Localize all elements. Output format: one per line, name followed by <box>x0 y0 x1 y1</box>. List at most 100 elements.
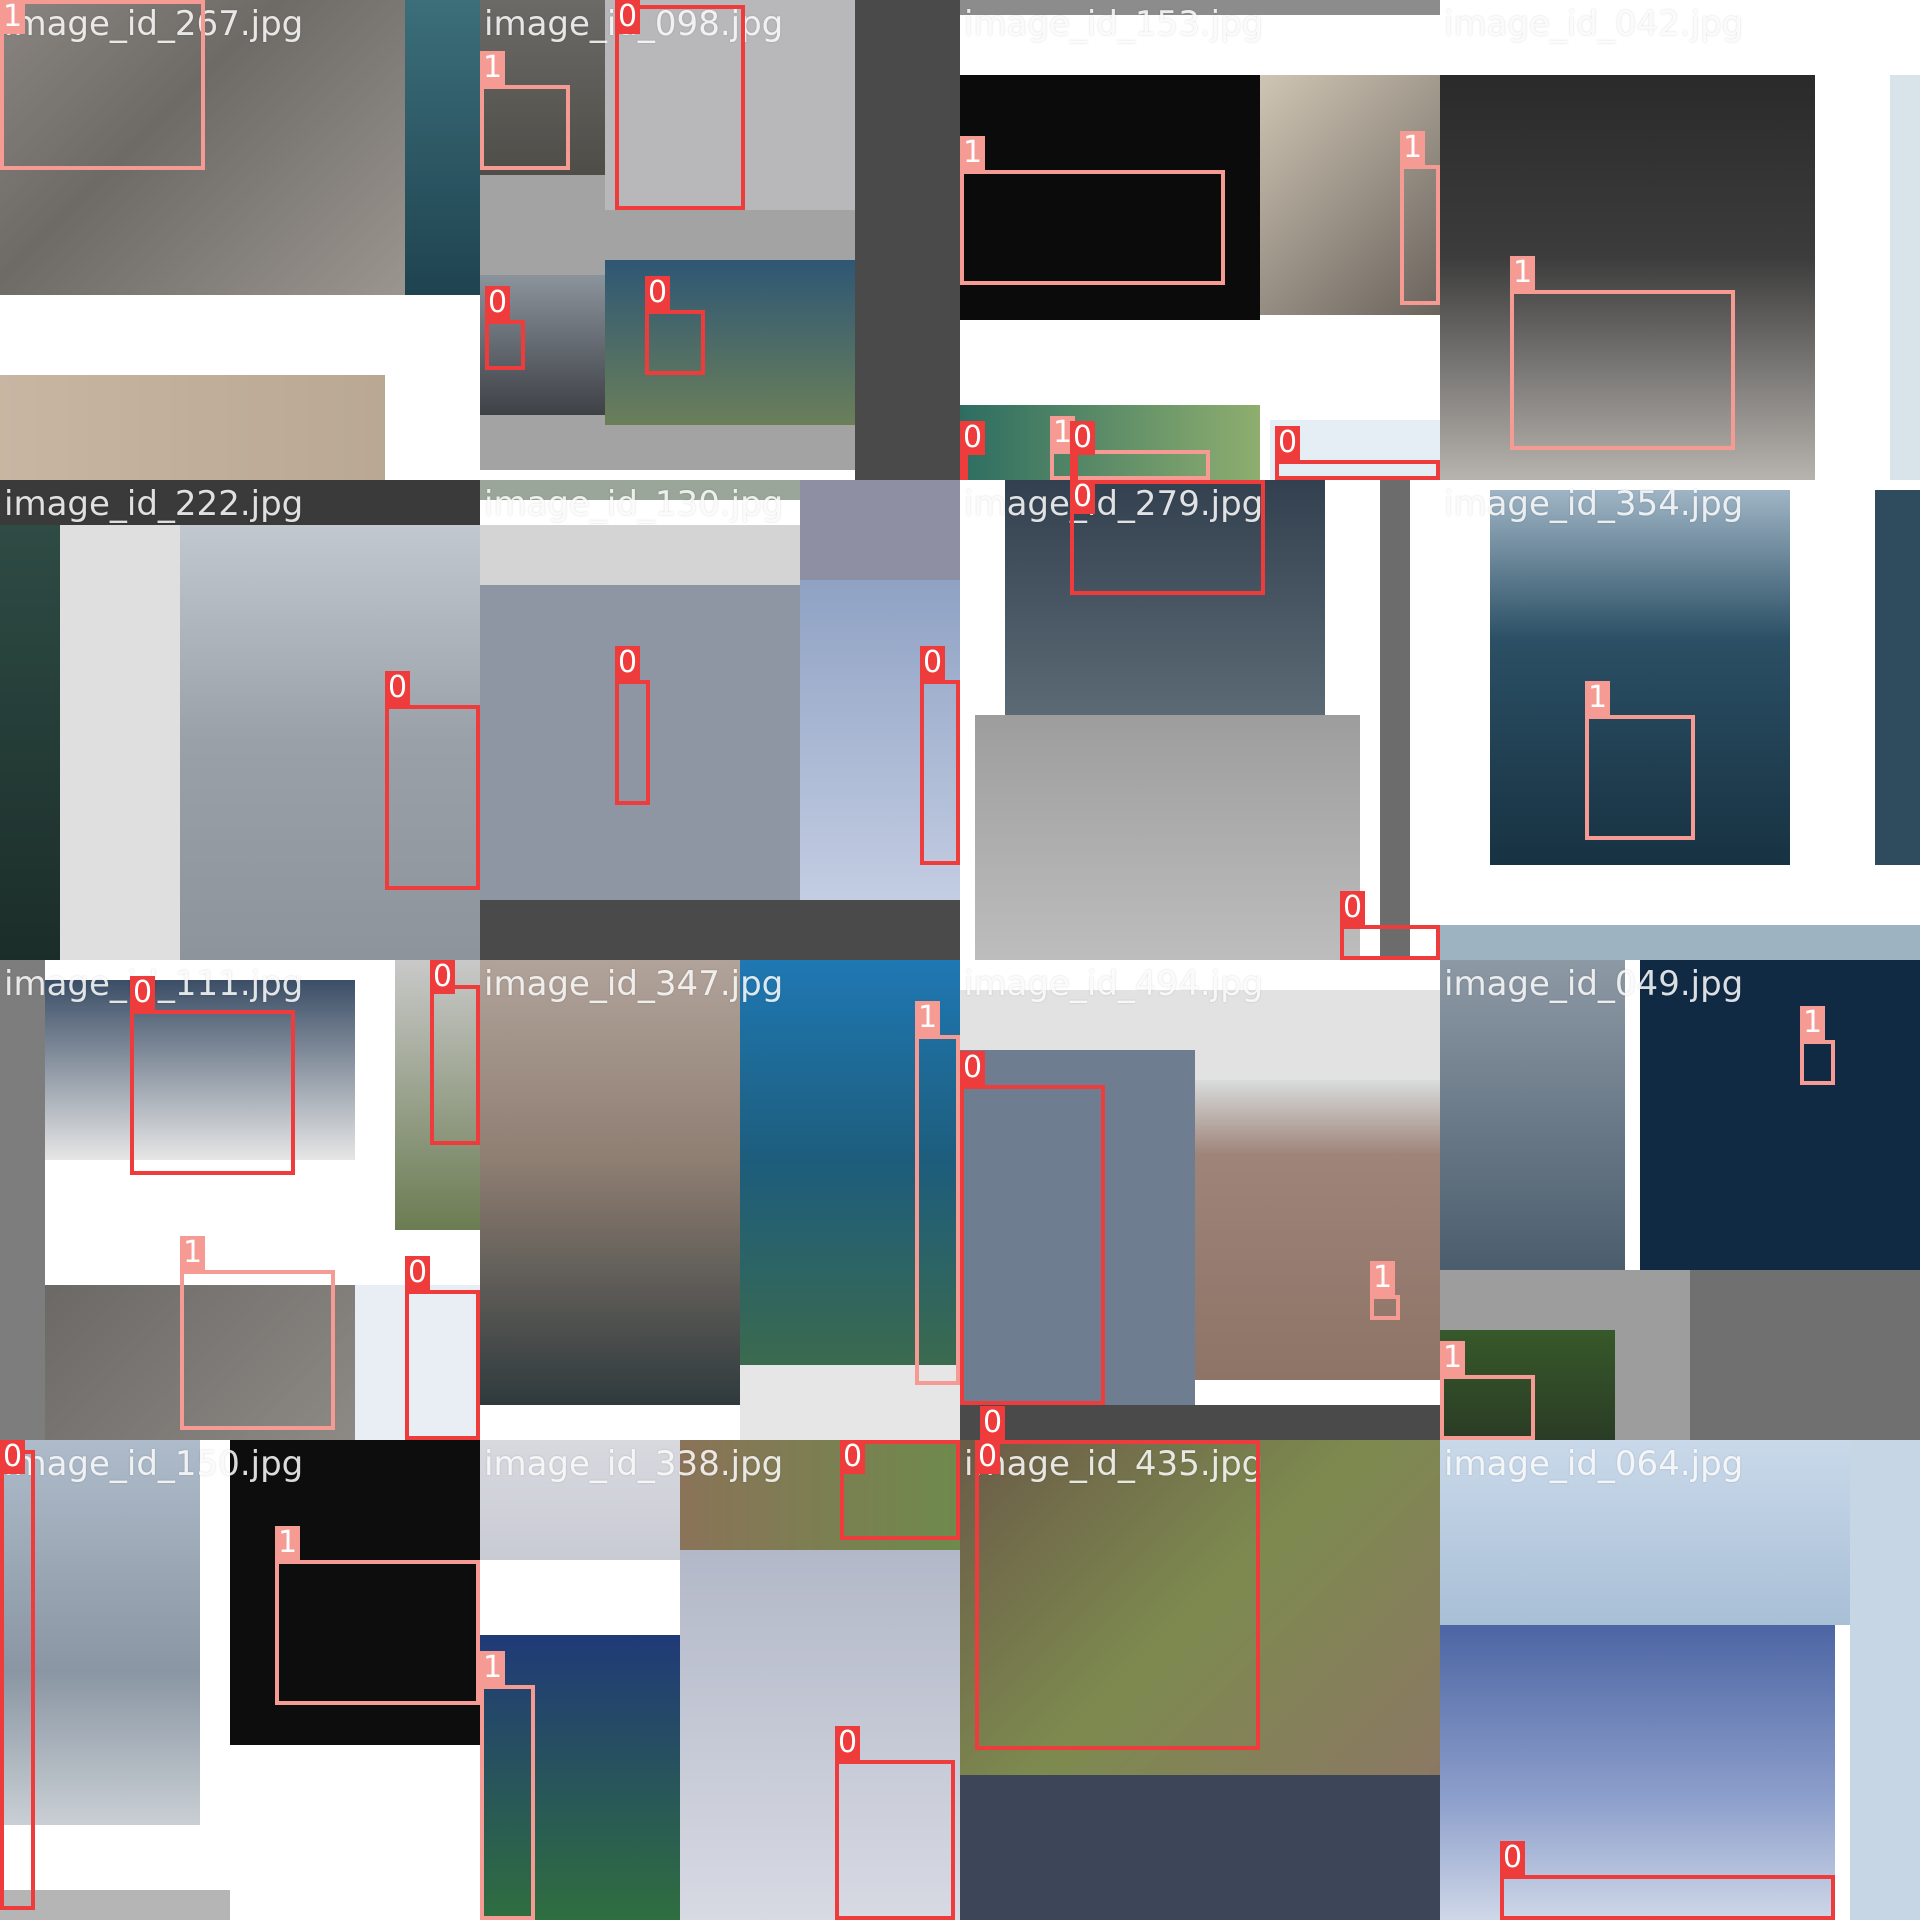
image-fragment <box>1850 1440 1920 1920</box>
mosaic-tile: image_id_049.jpg 1 1 <box>1440 960 1920 1440</box>
image-fragment <box>1690 1270 1920 1440</box>
class-label-tag: 0 <box>385 671 411 705</box>
bounding-box <box>1340 925 1440 960</box>
class-label-tag: 1 <box>1800 1006 1826 1040</box>
tile-filename: image_id_494.jpg <box>964 964 1264 1004</box>
tile-filename: image_id_130.jpg <box>484 484 784 524</box>
bounding-box <box>275 1560 480 1705</box>
mosaic-tile: image_id_347.jpg 1 <box>480 960 960 1440</box>
class-label-tag: 0 <box>0 1440 26 1474</box>
bounding-box <box>1370 1295 1400 1320</box>
class-label-tag: 0 <box>130 976 156 1010</box>
mosaic-tile: image_id_153.jpg 1 1 1 0 0 0 <box>960 0 1440 480</box>
class-label-tag: 1 <box>480 1651 506 1685</box>
image-fragment <box>480 525 800 585</box>
class-label-tag: 1 <box>0 0 26 34</box>
class-label-tag: 1 <box>1370 1261 1396 1295</box>
mosaic-tile: image_id_150.jpg 0 1 <box>0 1440 480 1920</box>
bounding-box <box>405 1290 480 1440</box>
class-label-tag: 1 <box>1400 131 1426 165</box>
tile-filename: image_id_064.jpg <box>1444 1444 1744 1484</box>
mosaic-tile: image_id_042.jpg 1 <box>1440 0 1920 480</box>
bounding-box <box>615 680 650 805</box>
bounding-box <box>615 5 745 210</box>
class-label-tag: 0 <box>835 1726 861 1760</box>
image-fragment <box>960 1775 1440 1920</box>
bounding-box <box>430 985 480 1145</box>
class-label-tag: 0 <box>615 646 641 680</box>
bounding-box <box>180 1270 335 1430</box>
mosaic-tile: image_id_111.jpg0010 <box>0 960 480 1440</box>
mosaic-tile: image_id_435.jpg 0 <box>960 1440 1440 1920</box>
bounding-box <box>1275 460 1440 480</box>
class-label-tag: 1 <box>1440 1341 1466 1375</box>
bounding-box <box>960 170 1225 285</box>
mosaic-tile: image_id_354.jpg 1 <box>1440 480 1920 960</box>
bounding-box <box>0 1450 35 1910</box>
tile-filename: image_id_338.jpg <box>484 1444 784 1484</box>
class-label-tag: 1 <box>915 1001 941 1035</box>
class-label-tag: 0 <box>1340 891 1366 925</box>
image-fragment <box>60 525 180 960</box>
tile-filename: image_id_347.jpg <box>484 964 784 1004</box>
class-label-tag: 0 <box>645 276 671 310</box>
class-label-tag: 1 <box>180 1236 206 1270</box>
tile-filename: image_id_049.jpg <box>1444 964 1744 1004</box>
bounding-box <box>1585 715 1695 840</box>
image-fragment <box>960 1405 1440 1440</box>
class-label-tag: 0 <box>1500 1841 1526 1875</box>
class-label-tag: 0 <box>960 421 986 455</box>
bounding-box <box>915 1035 960 1385</box>
class-label-tag: 0 <box>405 1256 431 1290</box>
bounding-box <box>1800 1040 1835 1085</box>
bounding-box <box>480 85 570 170</box>
image-fragment <box>855 0 960 480</box>
class-label-tag: 0 <box>960 1051 986 1085</box>
mosaic-tile: image_id_338.jpg 0 1 0 <box>480 1440 960 1920</box>
mosaic-tile: image_id_064.jpg 0 <box>1440 1440 1920 1920</box>
class-label-tag: 0 <box>1275 426 1301 460</box>
bounding-box <box>1070 480 1265 595</box>
image-fragment <box>1380 480 1410 960</box>
bounding-box <box>130 1010 295 1175</box>
mosaic-tile: image_id_130.jpg 0 0 <box>480 480 960 960</box>
class-label-tag: 1 <box>960 136 986 170</box>
class-label-tag: 0 <box>840 1440 866 1474</box>
class-label-tag: 0 <box>920 646 946 680</box>
bounding-box <box>1400 165 1440 305</box>
mosaic-tile: image_id_098.jpg0100 <box>480 0 960 480</box>
image-fragment <box>800 480 960 580</box>
image-fragment <box>480 900 960 960</box>
mosaic-grid: image_id_267.jpg1image_id_098.jpg0100ima… <box>0 0 1920 1920</box>
class-label-tag: 0 <box>1070 480 1096 514</box>
class-label-tag: 0 <box>980 1406 1006 1440</box>
image-fragment <box>975 715 1360 960</box>
class-label-tag: 0 <box>1070 421 1096 455</box>
image-fragment <box>1195 1080 1440 1380</box>
bounding-box <box>835 1760 955 1920</box>
class-label-tag: 0 <box>975 1440 1001 1474</box>
bounding-box <box>960 455 968 480</box>
image-fragment <box>0 375 385 480</box>
bounding-box <box>960 1085 1105 1405</box>
bounding-box <box>920 680 960 865</box>
tile-filename: image_id_042.jpg <box>1444 4 1744 44</box>
image-fragment <box>1440 925 1920 960</box>
bounding-box <box>1070 455 1078 480</box>
tile-filename: image_id_222.jpg <box>4 484 304 524</box>
class-label-tag: 0 <box>430 960 456 994</box>
bounding-box <box>1440 1375 1535 1440</box>
bounding-box <box>975 1440 1260 1750</box>
bounding-box <box>480 1685 535 1920</box>
bounding-box <box>645 310 705 375</box>
image-fragment <box>605 260 855 425</box>
bounding-box <box>485 320 525 370</box>
class-label-tag: 0 <box>485 286 511 320</box>
image-fragment <box>1640 960 1920 1270</box>
mosaic-tile: image_id_279.jpg 0 0 <box>960 480 1440 960</box>
class-label-tag: 1 <box>275 1526 301 1560</box>
bounding-box <box>385 705 480 890</box>
class-label-tag: 1 <box>480 51 506 85</box>
class-label-tag: 1 <box>1510 256 1536 290</box>
mosaic-tile: image_id_494.jpg 0 1 0 <box>960 960 1440 1440</box>
